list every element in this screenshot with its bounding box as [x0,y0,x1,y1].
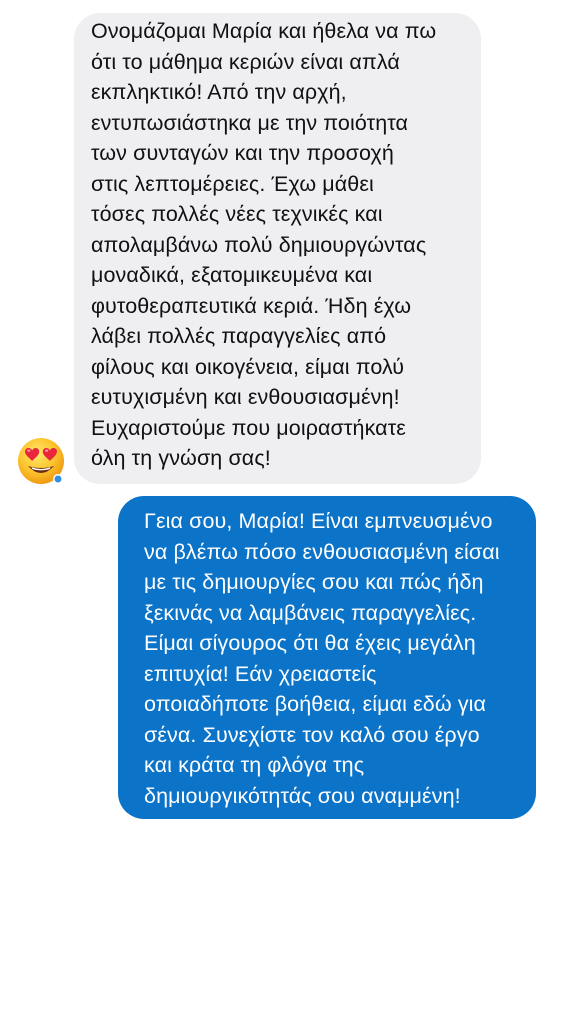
outgoing-message-bubble[interactable]: Γεια σου, Μαρία! Είναι εμπνευσμένο να βλ… [118,496,536,819]
chat-thread: Ονομάζομαι Μαρία και ήθελα να πω ότι το … [0,0,569,1024]
heart-eyes-emoji-icon[interactable] [16,436,66,486]
incoming-message-bubble[interactable]: Ονομάζομαι Μαρία και ήθελα να πω ότι το … [74,13,481,484]
